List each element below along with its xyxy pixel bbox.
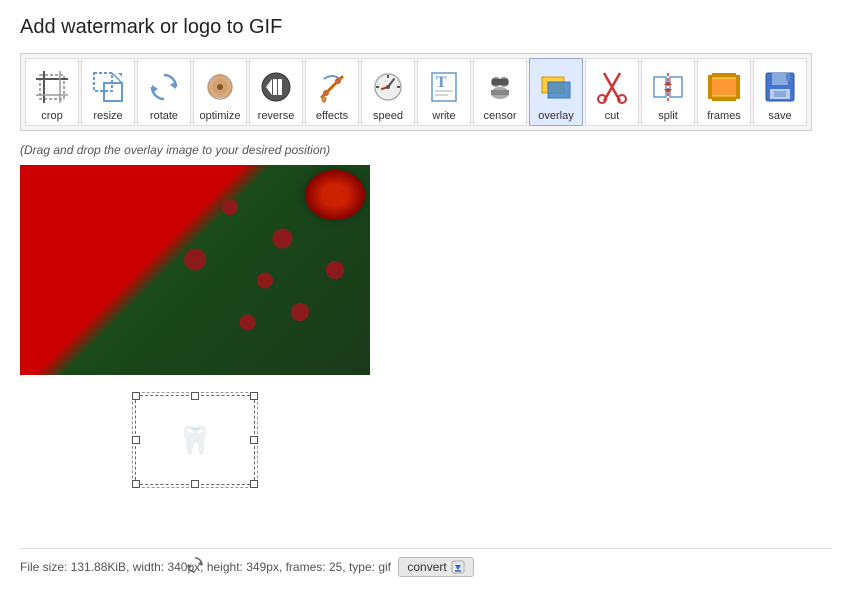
- censor-label: censor: [483, 110, 516, 122]
- tool-write[interactable]: T write: [417, 58, 471, 126]
- tool-effects[interactable]: effects: [305, 58, 359, 126]
- rotate-handle[interactable]: [185, 555, 205, 575]
- canvas-area: 🦷: [20, 165, 370, 375]
- resize-icon: [88, 67, 128, 107]
- height-value: 349px: [246, 560, 279, 574]
- crop-label: crop: [41, 110, 62, 122]
- crop-icon: [32, 67, 72, 107]
- handle-top-mid[interactable]: [191, 392, 199, 400]
- tool-frames[interactable]: frames: [697, 58, 751, 126]
- handle-bottom-mid[interactable]: [191, 480, 199, 488]
- cut-label: cut: [605, 110, 620, 122]
- convert-label: convert: [407, 560, 446, 574]
- save-icon: [760, 67, 800, 107]
- type-value: gif: [378, 560, 391, 574]
- overlay-icon: [536, 67, 576, 107]
- file-size-value: 131.88KiB: [71, 560, 126, 574]
- file-size-label: File size:: [20, 560, 67, 574]
- frames-icon: [704, 67, 744, 107]
- write-label: write: [432, 110, 455, 122]
- censor-icon: [480, 67, 520, 107]
- tool-crop[interactable]: crop: [25, 58, 79, 126]
- height-label: height:: [207, 560, 243, 574]
- speed-label: speed: [373, 110, 403, 122]
- tool-overlay[interactable]: overlay: [529, 58, 583, 126]
- page-title: Add watermark or logo to GIF: [20, 16, 832, 39]
- tool-cut[interactable]: cut: [585, 58, 639, 126]
- split-icon: [648, 67, 688, 107]
- handle-top-right[interactable]: [250, 392, 258, 400]
- tool-speed[interactable]: speed: [361, 58, 415, 126]
- type-label: type:: [349, 560, 375, 574]
- handle-bottom-right[interactable]: [250, 480, 258, 488]
- cut-icon: [592, 67, 632, 107]
- effects-icon: [312, 67, 352, 107]
- save-label: save: [768, 110, 791, 122]
- convert-button[interactable]: convert: [398, 557, 473, 577]
- write-icon: T: [424, 67, 464, 107]
- tool-split[interactable]: split: [641, 58, 695, 126]
- tool-resize[interactable]: resize: [81, 58, 135, 126]
- tool-reverse[interactable]: reverse: [249, 58, 303, 126]
- toolbar: crop resize rotate: [20, 53, 812, 131]
- handle-bottom-left[interactable]: [132, 480, 140, 488]
- width-label: width:: [133, 560, 164, 574]
- gif-preview[interactable]: [20, 165, 370, 375]
- frames-value: 25: [329, 560, 342, 574]
- tool-rotate[interactable]: rotate: [137, 58, 191, 126]
- overlay-watermark[interactable]: 🦷: [135, 395, 255, 535]
- tool-censor[interactable]: censor: [473, 58, 527, 126]
- footer-info: File size: 131.88KiB, width: 340px, heig…: [20, 548, 832, 577]
- watermark-content: 🦷: [178, 424, 213, 457]
- overlay-label: overlay: [538, 110, 573, 122]
- speed-icon: [368, 67, 408, 107]
- tool-optimize[interactable]: optimize: [193, 58, 247, 126]
- download-icon: [451, 560, 465, 574]
- frames-label: frames: [707, 110, 741, 122]
- optimize-icon: [200, 67, 240, 107]
- split-label: split: [658, 110, 678, 122]
- optimize-label: optimize: [200, 110, 241, 122]
- svg-text:T: T: [436, 74, 447, 91]
- rotate-icon: [144, 67, 184, 107]
- drag-hint: (Drag and drop the overlay image to your…: [20, 143, 832, 157]
- rotate-label: rotate: [150, 110, 178, 122]
- handle-left-mid[interactable]: [132, 436, 140, 444]
- resize-label: resize: [93, 110, 122, 122]
- handle-top-left[interactable]: [132, 392, 140, 400]
- tool-save[interactable]: save: [753, 58, 807, 126]
- reverse-label: reverse: [258, 110, 295, 122]
- handle-right-mid[interactable]: [250, 436, 258, 444]
- reverse-icon: [256, 67, 296, 107]
- frames-label: frames:: [286, 560, 326, 574]
- effects-label: effects: [316, 110, 348, 122]
- watermark-selection-box[interactable]: 🦷: [135, 395, 255, 485]
